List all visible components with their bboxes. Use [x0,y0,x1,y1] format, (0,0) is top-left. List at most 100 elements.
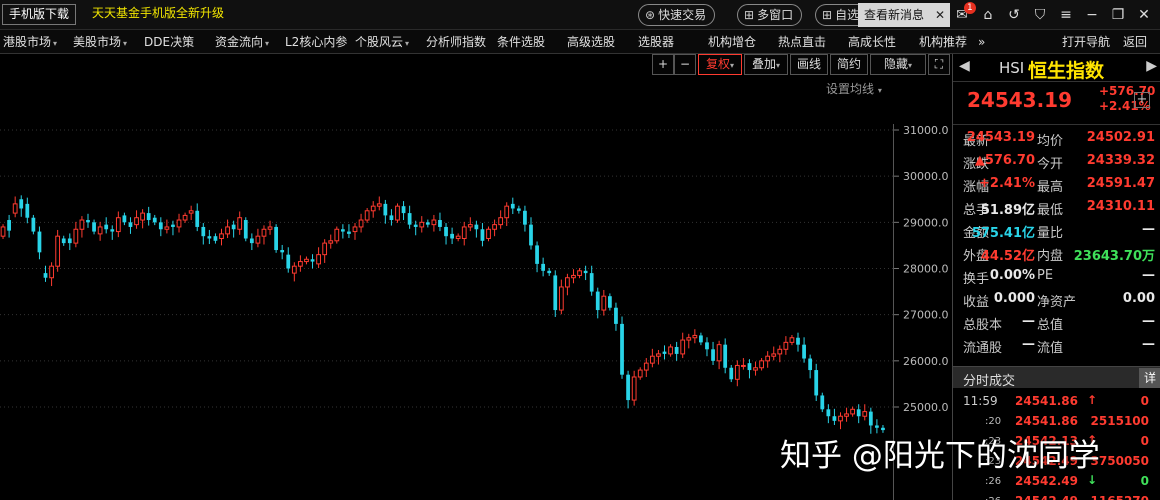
simple-mode-button[interactable]: 简约 [830,54,868,75]
candle-body [705,342,709,350]
candle-body [686,337,692,341]
zoom-in-button[interactable]: + [652,54,674,75]
candle-body [0,226,6,237]
new-message-popup[interactable]: 查看新消息 ✕ [858,3,950,27]
adjust-price-button[interactable]: 复权▾ [698,54,742,75]
candle-body [128,222,133,227]
menu-item-9[interactable]: 选股器 [638,30,674,54]
candle-body [626,374,630,401]
candle-body [201,226,206,237]
candle-body [67,238,72,244]
menu-item-0[interactable]: 港股市场 ▾ [3,30,57,54]
mobile-download-button[interactable]: 手机版下载 [2,4,77,25]
menu-item-1[interactable]: 美股市场 ▾ [73,30,127,54]
trade-volume: 0 [1140,474,1149,488]
hide-button[interactable]: 隐藏▾ [870,54,926,75]
candle-body [425,222,430,225]
trade-row: :26 24542.49 ↓ 0 [953,472,1160,492]
undo-icon[interactable]: ↺ [1004,5,1024,25]
menu-item-16[interactable]: 返回 [1123,30,1147,54]
candle-body [656,353,661,357]
fullscreen-icon[interactable]: ⛶ [928,54,950,75]
chevron-down-icon: ▾ [877,86,882,95]
trades-header: 分时成交 详 [953,366,1160,389]
close-icon[interactable]: ✕ [935,3,945,27]
menu-item-label: 热点直击 [778,35,827,49]
quote-header: ◀ HSI 恒生指数 ▶ [953,54,1160,82]
promo-link[interactable]: 天天基金手机版全新升级 [86,4,230,25]
moving-average-settings[interactable]: 设置均线 ▾ [826,80,882,97]
candle-body [498,217,504,226]
maximize-icon[interactable]: ❐ [1108,5,1128,25]
quick-trade-button[interactable]: ⊛ 快速交易 [638,4,716,26]
candle-body [352,226,358,233]
self-pick-button[interactable]: ⊞ 自选 [815,4,859,26]
quote-row: 金额 575.41亿 量比 — [953,220,1160,243]
menu-item-12[interactable]: 高成长性 [848,30,896,54]
menu-icon[interactable]: ≡ [1056,5,1076,25]
divider [953,124,1160,125]
minimize-icon[interactable]: − [1082,5,1102,25]
candle-body [188,210,194,214]
candle-body [298,261,303,267]
quick-trade-label: 快速交易 [658,8,707,22]
candle-body [280,250,285,253]
candle-body [535,245,539,264]
draw-line-button[interactable]: 画线 [790,54,828,75]
quote-row: 总手 51.89亿 最低 24310.11 [953,197,1160,220]
candle-body [92,222,96,232]
multi-window-button[interactable]: ⊞ 多窗口 [737,4,803,26]
add-watchlist-button[interactable]: + [1134,92,1150,108]
quote-label: 净资产 [1037,295,1077,310]
arrow-up-icon: ↑ [1087,393,1098,407]
candle-body [110,229,115,232]
candle-body [104,224,109,230]
quote-row: 换手 0.00% PE — [953,266,1160,289]
candle-body [274,226,278,251]
menu-item-10[interactable]: 机构增仓 [708,30,756,54]
overlay-label: 叠加 [751,57,776,71]
menu-item-8[interactable]: 高级选股 [567,30,615,54]
candle-body [328,240,334,244]
candle-body [649,355,655,364]
menu-item-6[interactable]: 分析师指数 [426,30,486,54]
menu-item-15[interactable]: 打开导航 [1062,30,1110,54]
candle-body [662,351,667,354]
trades-detail-button[interactable]: 详 [1139,368,1160,388]
chevron-right-icon[interactable]: ▶ [1146,58,1157,74]
menu-item-4[interactable]: L2核心内参 [285,30,347,54]
zoom-out-button[interactable]: − [674,54,696,75]
menu-item-label: 机构推荐 [919,35,968,49]
menu-item-label: 高成长性 [848,35,897,49]
menu-item-3[interactable]: 资金流向 ▾ [215,30,269,54]
quote-label: 总股本 [963,318,1003,333]
menu-item-2[interactable]: DDE决策 [144,30,194,54]
chevron-down-icon: ▾ [53,39,58,48]
candle-body [164,226,170,230]
shirt-icon[interactable]: ⛉ [1030,5,1050,25]
close-window-icon[interactable]: ✕ [1134,5,1154,25]
menu-item-5[interactable]: 个股风云 ▾ [355,30,409,54]
trade-volume: 2515100 [1090,414,1149,428]
chevron-down-icon: ▾ [265,39,270,48]
menu-item-label: 条件选股 [497,35,546,49]
candle-body [182,214,188,221]
candle-body [577,270,582,276]
candle-body [322,242,328,256]
hide-label: 隐藏 [883,57,908,71]
candle-body [219,233,224,239]
menu-item-14[interactable]: » [978,30,985,54]
candle-body [765,355,771,362]
menu-item-11[interactable]: 热点直击 [778,30,826,54]
candle-body [316,254,321,265]
overlay-button[interactable]: 叠加▾ [744,54,788,75]
candle-body [595,291,600,311]
quote-label: 流通股 [963,341,1003,356]
menu-item-7[interactable]: 条件选股 [497,30,545,54]
chevron-left-icon[interactable]: ◀ [959,58,970,74]
candle-body [492,224,497,230]
menu-item-13[interactable]: 机构推荐 [919,30,967,54]
quote-value: 44.52亿 [980,249,1035,264]
candle-body [7,220,11,231]
home-icon[interactable]: ⌂ [978,5,998,25]
